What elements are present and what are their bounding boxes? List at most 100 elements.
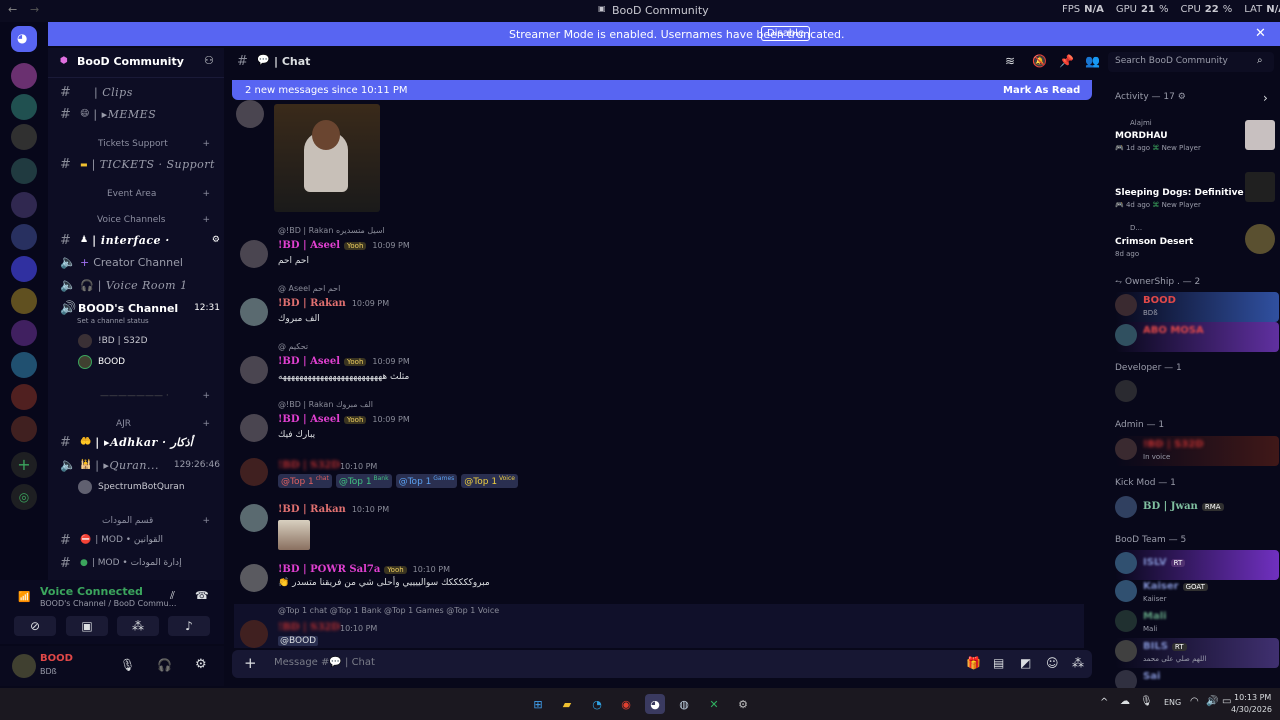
- role-mention[interactable]: @Top 1 chat: [278, 474, 332, 488]
- apps-icon[interactable]: ⁂: [1072, 656, 1084, 670]
- channel-boods[interactable]: 🔊 BOOD's Channel 12:31: [60, 299, 220, 317]
- chat-message[interactable]: @!BD | Rakan الف مبروك !BD | Aseel Yooh 10…: [234, 398, 1084, 448]
- settings-icon[interactable]: ⚙: [195, 657, 207, 672]
- category-ajr[interactable]: AJR +: [62, 419, 218, 429]
- gift-icon[interactable]: 🎁: [966, 656, 981, 670]
- chat-message[interactable]: @!BD | Rakan اسيل متسديره !BD | Aseel Yoo…: [234, 224, 1084, 274]
- channel-tickets[interactable]: # ▬ | TICKETS · Support: [60, 155, 220, 173]
- author[interactable]: !BD | S32D: [278, 460, 340, 471]
- close-icon[interactable]: ✕: [1255, 26, 1266, 41]
- chat-message[interactable]: !BD | S32D 10:10 PM @Top 1 chat @Top 1 Ba…: [234, 458, 1084, 498]
- camera-off-button[interactable]: ⊘: [14, 616, 56, 636]
- tray-chevron-icon[interactable]: ^: [1100, 697, 1108, 708]
- member-item[interactable]: ABO MOSA: [1115, 322, 1279, 352]
- forward-arrow-icon[interactable]: →: [30, 3, 39, 16]
- voice-user[interactable]: !BD | S32D: [78, 333, 218, 349]
- member-item[interactable]: !BD | S32D In voice: [1115, 436, 1279, 466]
- reply-preview[interactable]: @ تحكيم: [278, 342, 308, 351]
- edge-icon[interactable]: ◔: [587, 694, 607, 714]
- disconnect-icon[interactable]: ☎: [195, 589, 209, 602]
- channel-rules[interactable]: # ⛔ | MOD • القوانين: [60, 531, 220, 549]
- reply-preview[interactable]: @Top 1 chat @Top 1 Bank @Top 1 Games @To…: [278, 606, 499, 615]
- message-composer[interactable]: + Message #💬 | Chat 🎁 ▤ ◩ ☺ ⁂: [232, 650, 1092, 678]
- member-list-icon[interactable]: 👥: [1085, 54, 1100, 68]
- category-mod[interactable]: قسم المودات +: [62, 516, 218, 526]
- server-icon[interactable]: [11, 256, 37, 282]
- channel-clips[interactable]: # | Clips: [60, 83, 220, 101]
- server-icon[interactable]: [11, 416, 37, 442]
- clock-date[interactable]: 4/30/2026: [1231, 705, 1272, 714]
- mention[interactable]: @BOOD: [278, 636, 319, 646]
- avatar[interactable]: [12, 654, 36, 678]
- voice-user[interactable]: BOOD: [78, 354, 218, 370]
- category-tickets[interactable]: Tickets Support +: [62, 139, 218, 149]
- reply-preview[interactable]: @ Aseel احم احم: [278, 284, 340, 293]
- member-item[interactable]: Mali Mali: [1115, 608, 1279, 638]
- clock-time[interactable]: 10:13 PM: [1234, 693, 1271, 702]
- server-header[interactable]: ⬢ BooD Community ⌄ ⚇: [48, 48, 224, 78]
- settings-app-icon[interactable]: ⚙: [733, 694, 753, 714]
- author[interactable]: !BD | Rakan 10:10 PM: [278, 504, 389, 515]
- activity-card[interactable]: Sleeping Dogs: Definitive E... 🎮 4d ago …: [1115, 170, 1279, 210]
- category-voice[interactable]: Voice Channels +: [62, 215, 218, 225]
- volume-icon[interactable]: 🔊: [1206, 696, 1218, 707]
- language-indicator[interactable]: ENG: [1164, 698, 1181, 707]
- role-mention[interactable]: @Top 1 Bank: [335, 474, 392, 488]
- activity-card[interactable]: Alajmi MORDHAU 🎮 1d ago ⌘ New Player: [1115, 118, 1279, 158]
- server-icon[interactable]: [11, 94, 37, 120]
- channel-interface[interactable]: # ♟ | interface · ⚙: [60, 231, 220, 249]
- pin-icon[interactable]: 📌: [1059, 54, 1074, 68]
- server-icon[interactable]: [11, 384, 37, 410]
- notification-mute-icon[interactable]: 🔕: [1032, 54, 1047, 68]
- screen-share-button[interactable]: ▣: [66, 616, 108, 636]
- tray-mic-icon[interactable]: 🎙: [1140, 696, 1153, 707]
- channel-adhkar[interactable]: # 🤲 | ▸Adhkar · أذكار: [60, 433, 220, 451]
- avatar[interactable]: [240, 240, 268, 268]
- avatar[interactable]: [240, 620, 268, 648]
- channel-admin-mod[interactable]: # ● | MOD • إدارة المودات: [60, 554, 220, 572]
- file-explorer-icon[interactable]: ▰: [557, 694, 577, 714]
- sticker-icon[interactable]: ◩: [1020, 656, 1031, 670]
- server-icon[interactable]: [11, 158, 37, 184]
- threads-icon[interactable]: ≋: [1005, 54, 1015, 68]
- author[interactable]: !BD | Aseel Yooh 10:09 PM: [278, 414, 410, 425]
- reply-preview[interactable]: @!BD | Rakan اسيل متسديره: [278, 226, 385, 235]
- channel-creator[interactable]: 🔈 + Creator Channel: [60, 253, 220, 271]
- noise-suppression-icon[interactable]: ⫽: [170, 589, 175, 603]
- server-icon[interactable]: [11, 352, 37, 378]
- avatar[interactable]: [240, 414, 268, 442]
- author[interactable]: !BD | Aseel Yooh 10:09 PM: [278, 240, 410, 251]
- member-item[interactable]: Sai: [1115, 668, 1279, 692]
- avatar[interactable]: [240, 564, 268, 592]
- member-item[interactable]: BD | Jwan RMA: [1115, 494, 1279, 524]
- author[interactable]: !BD | Aseel Yooh 10:09 PM: [278, 356, 410, 367]
- channel-quran[interactable]: 🔈 🕌 | ▸Quran... 129:26:46: [60, 456, 220, 474]
- headphones-icon[interactable]: 🎧: [157, 658, 172, 672]
- message-input[interactable]: Message #💬 | Chat: [274, 657, 375, 668]
- discover-icon[interactable]: ◎: [11, 484, 37, 510]
- activities-button[interactable]: ⁂: [117, 616, 159, 636]
- server-icon[interactable]: [11, 192, 37, 218]
- image-attachment[interactable]: [274, 104, 380, 212]
- disable-button[interactable]: Disable: [761, 26, 811, 41]
- avatar[interactable]: [236, 100, 264, 128]
- avatar[interactable]: [240, 298, 268, 326]
- gif-icon[interactable]: ▤: [993, 656, 1004, 670]
- windows-start-icon[interactable]: ⊞: [528, 694, 548, 714]
- server-icon[interactable]: [11, 288, 37, 314]
- chat-message[interactable]: !BD | Rakan 10:10 PM: [234, 502, 1084, 552]
- channel-voice-room[interactable]: 🔈 🎧 | Voice Room 1: [60, 276, 220, 294]
- signal-icon[interactable]: 📶: [18, 592, 30, 603]
- image-attachment[interactable]: [278, 520, 310, 550]
- home-discord-icon[interactable]: ◕: [11, 26, 37, 52]
- back-arrow-icon[interactable]: ←: [8, 3, 17, 16]
- chevron-right-icon[interactable]: ›: [1263, 91, 1268, 105]
- activity-header[interactable]: Activity — 17 ⚙: [1115, 92, 1186, 102]
- role-mention[interactable]: @Top 1 Voice: [461, 474, 518, 488]
- chat-message[interactable]: @ تحكيم !BD | Aseel Yooh 10:09 PM مثلث ههه…: [234, 340, 1084, 390]
- category-divider[interactable]: ——————— · +: [62, 391, 218, 401]
- member-item[interactable]: BILS RT اللهم صلي على محمد: [1115, 638, 1279, 668]
- steam-icon[interactable]: ◍: [674, 694, 694, 714]
- voice-user[interactable]: SpectrumBotQuran: [78, 479, 218, 495]
- reply-preview[interactable]: @!BD | Rakan الف مبروك: [278, 400, 373, 409]
